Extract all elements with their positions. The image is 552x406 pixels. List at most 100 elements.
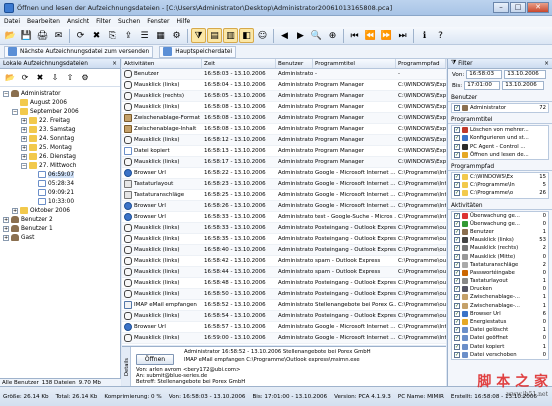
table-row[interactable]: Datei kopiert 16:58:13 - 13.10.2006 Admini… (122, 146, 446, 157)
table-row[interactable]: Mausklick (links) 16:58:54 - 13.10.2006 Ad… (122, 311, 446, 322)
checkbox[interactable]: ✓ (454, 253, 460, 260)
tree-node[interactable]: + Gast (0, 233, 120, 242)
menu-fenster[interactable]: Fenster (147, 18, 169, 25)
col-activities[interactable]: Aktivitäten (122, 59, 202, 68)
checkbox[interactable]: ✓ (454, 127, 460, 134)
checkbox[interactable]: ✓ (454, 286, 460, 293)
checkbox[interactable]: ✓ (454, 220, 460, 227)
tree-node[interactable]: +22. Freitag (0, 116, 120, 125)
filter-list-item[interactable]: ✓ Löschen von mehrer... (452, 126, 548, 134)
details-icon[interactable]: ▤ (207, 28, 222, 43)
tree-node[interactable]: August 2006 (0, 98, 120, 107)
tree-node[interactable]: + Benutzer 1 (0, 224, 120, 233)
table-row[interactable]: Mausklick (links) 16:58:40 - 13.10.2006 Ad… (122, 245, 446, 256)
filter-list-item[interactable]: ✓ PC Agent - Control ... (452, 143, 548, 151)
filter-list-item[interactable]: ✓ Überwachung ge... 0 (452, 220, 548, 228)
checkbox[interactable]: ✓ (454, 294, 460, 301)
checkbox[interactable]: ✓ (454, 310, 460, 317)
table-row[interactable]: Mausklick (links) 16:58:42 - 13.10.2006 Ad… (122, 256, 446, 267)
col-program-title[interactable]: Programmtitel (313, 59, 396, 68)
tree-node[interactable]: 06:59:07 (0, 170, 120, 179)
table-row[interactable]: Browser Url 16:58:33 - 13.10.2006 Administ… (122, 212, 446, 223)
checkbox[interactable]: ✓ (454, 212, 460, 219)
refresh-icon[interactable]: ⟳ (73, 28, 88, 43)
checkbox[interactable]: ✓ (454, 190, 460, 197)
filter-list-item[interactable]: ✓ Öffnen und lesen de... (452, 151, 548, 159)
table-row[interactable]: Mausklick (links) 16:59:00 - 13.10.2006 Ad… (122, 333, 446, 344)
delete-icon[interactable]: ✖ (34, 72, 46, 84)
table-row[interactable]: Benutzer 16:58:03 - 13.10.2006 Administrat… (122, 69, 446, 80)
table-row[interactable]: Mausklick (links) 16:58:44 - 13.10.2006 Ad… (122, 267, 446, 278)
checkbox[interactable]: ✓ (454, 261, 460, 268)
tree-toggle-icon[interactable]: + (3, 225, 9, 232)
filter-list-item[interactable]: ✓ Energiestatus 0 (452, 318, 548, 326)
table-row[interactable]: IMAP eMail empfangen 16:58:52 - 13.10.200… (122, 300, 446, 311)
print-icon[interactable]: 🖨 (35, 28, 50, 43)
export-icon[interactable]: ⇧ (64, 72, 76, 84)
to-time-input[interactable]: 17:01:00 (464, 81, 501, 90)
tree-toggle-icon[interactable]: − (3, 90, 9, 97)
tree-icon[interactable]: ▥ (223, 28, 238, 43)
list-icon[interactable]: ☰ (137, 28, 152, 43)
checkbox[interactable]: ✓ (454, 319, 460, 326)
tree-toggle-icon[interactable]: + (21, 117, 27, 124)
open-icon[interactable]: 📂 (4, 72, 16, 84)
filter-list-item[interactable]: ✓ Tastaturlayout 1 (452, 277, 548, 285)
filter-list-item[interactable]: ✓ Datei verschoben 0 (452, 351, 548, 359)
filter-list-item[interactable]: ✓ Mausklick (Mitte) 0 (452, 252, 548, 260)
table-row[interactable]: Tastaturlayout 16:58:23 - 13.10.2006 Admin… (122, 179, 446, 190)
filter-list-item[interactable]: ✓ Drucken 0 (452, 285, 548, 293)
menu-ansicht[interactable]: Ansicht (67, 18, 89, 25)
tree-node[interactable]: − September 2006 (0, 107, 120, 116)
checkbox[interactable]: ✓ (454, 228, 460, 235)
mail-icon[interactable]: ✉ (51, 28, 66, 43)
table-row[interactable]: Mausklick (links) 16:58:35 - 13.10.2006 Ad… (122, 234, 446, 245)
table-row[interactable]: Mausklick (links) 16:58:17 - 13.10.2006 Ad… (122, 157, 446, 168)
tree-toggle-icon[interactable]: − (12, 108, 18, 115)
back-icon[interactable]: ◀ (277, 28, 292, 43)
tree-toggle-icon[interactable]: + (12, 207, 18, 214)
prev-icon[interactable]: ⏪ (363, 28, 378, 43)
tree-node[interactable]: +23. Samstag (0, 125, 120, 134)
zoom-icon[interactable]: ⊕ (325, 28, 340, 43)
tree-node[interactable]: 05:28:34 (0, 179, 120, 188)
col-time[interactable]: Zeit (202, 59, 276, 68)
checkbox[interactable]: ✓ (454, 105, 460, 112)
filter-list-item[interactable]: ✓ C:\WINDOWS\Ex 15 (452, 173, 548, 181)
tree-node[interactable]: +25. Montag (0, 143, 120, 152)
tree-node[interactable]: − Administrator (0, 89, 120, 98)
first-icon[interactable]: ⏮ (347, 28, 362, 43)
menu-filter[interactable]: Filter (96, 18, 111, 25)
info-icon[interactable]: ℹ (417, 28, 432, 43)
col-program-path[interactable]: Programmpfad (396, 59, 446, 68)
maximize-button[interactable]: □ (510, 2, 526, 13)
filter-list-item[interactable]: ✓ Administrator 72 (452, 104, 548, 112)
delete-icon[interactable]: ✖ (89, 28, 104, 43)
checkbox[interactable]: ✓ (454, 327, 460, 334)
help-icon[interactable]: ? (433, 28, 448, 43)
filter-list-item[interactable]: ✓ Datei geöffnet 0 (452, 334, 548, 342)
refresh-icon[interactable]: ⟳ (19, 72, 31, 84)
checkbox[interactable]: ✓ (454, 135, 460, 142)
tree-node[interactable]: +26. Dienstag (0, 152, 120, 161)
user-icon[interactable]: ☺ (255, 28, 270, 43)
close-button[interactable]: ✕ (527, 2, 549, 13)
menu-datei[interactable]: Datei (4, 18, 20, 25)
filter-list-item[interactable]: ✓ Mausklick (links) 53 (452, 236, 548, 244)
filter-list-item[interactable]: ✓ Browser Url 6 (452, 310, 548, 318)
import-icon[interactable]: ⇩ (49, 72, 61, 84)
panel-close-icon[interactable]: × (112, 61, 117, 67)
filter-close-icon[interactable]: × (544, 61, 549, 67)
checkbox[interactable]: ✓ (454, 237, 460, 244)
tree-node[interactable]: + Oktober 2006 (0, 206, 120, 215)
table-row[interactable]: Mausklick (links) 16:58:08 - 13.10.2006 Ad… (122, 102, 446, 113)
open-folder-icon[interactable]: 📂 (3, 28, 18, 43)
options-icon[interactable]: ⚙ (79, 72, 91, 84)
checkbox[interactable]: ✓ (454, 151, 460, 158)
checkbox[interactable]: ✓ (454, 143, 460, 150)
next-icon[interactable]: ⏩ (379, 28, 394, 43)
forward-icon[interactable]: ▶ (293, 28, 308, 43)
checkbox[interactable]: ✓ (454, 351, 460, 358)
tree-node[interactable]: 09:09:21 (0, 188, 120, 197)
filter-list-item[interactable]: ✓ Überwachung ge... 0 (452, 212, 548, 220)
